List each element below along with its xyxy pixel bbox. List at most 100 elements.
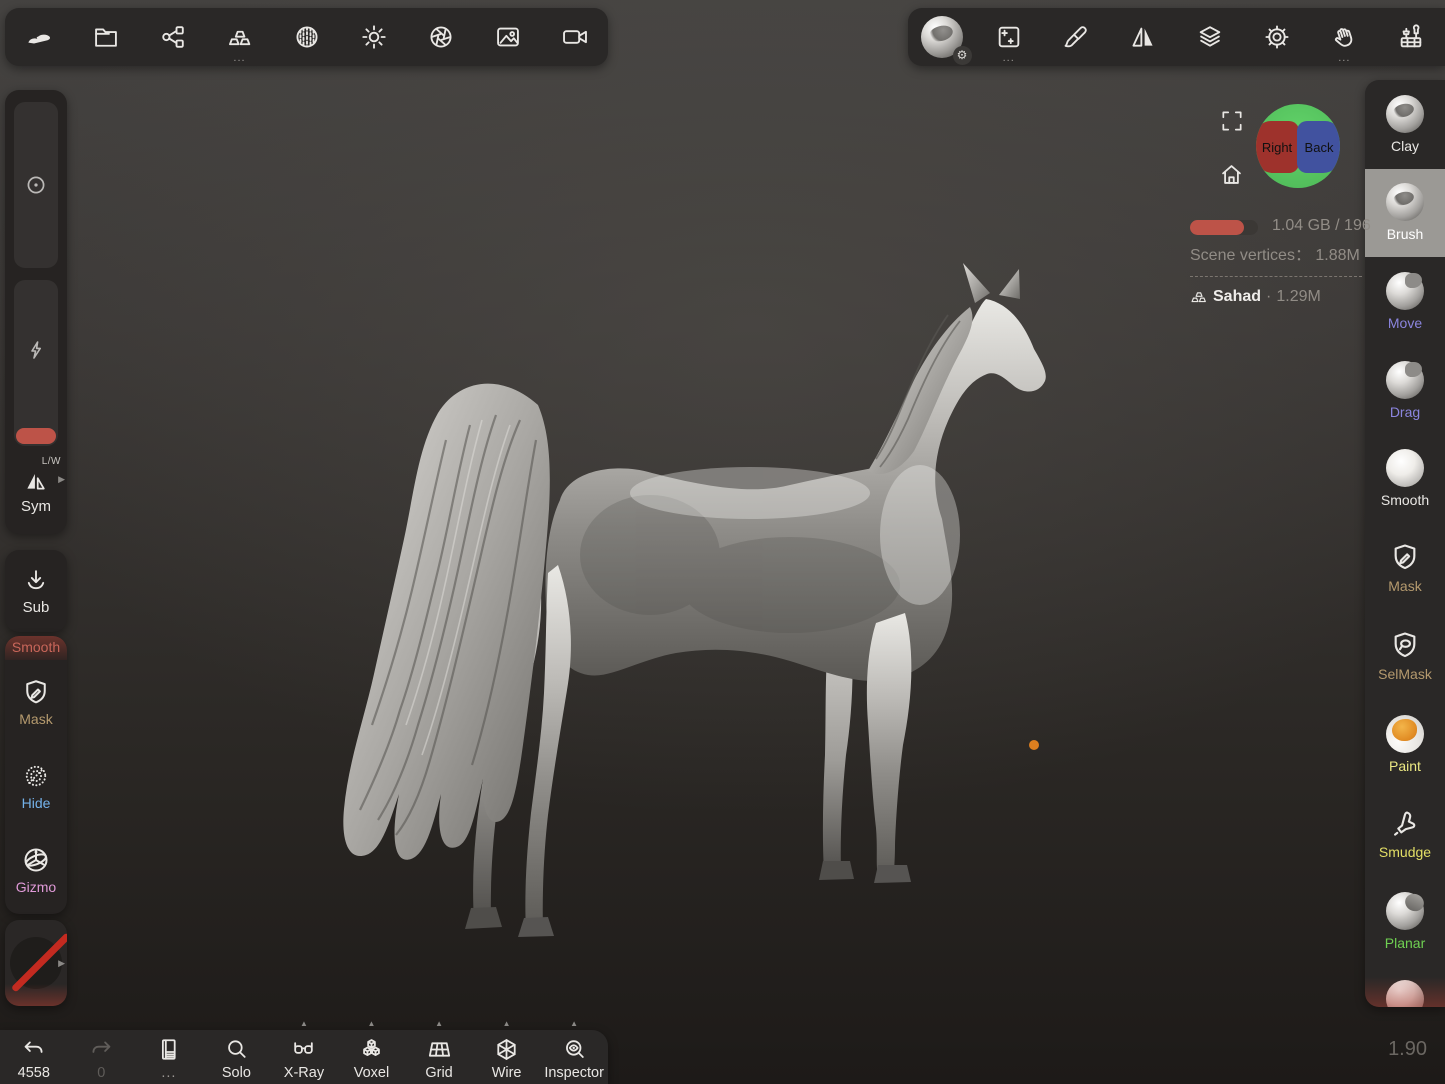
stats-divider	[1190, 276, 1362, 277]
fullscreen-icon	[1219, 108, 1245, 134]
material-settings-badge[interactable]: ⚙	[953, 46, 972, 65]
debug-toolbox-button[interactable]	[1387, 13, 1435, 61]
falloff-fade	[5, 984, 67, 1006]
stamp-button[interactable]: ...	[985, 13, 1033, 61]
gestures-button[interactable]: ...	[1320, 13, 1368, 61]
brush-sphere-icon	[1386, 183, 1424, 221]
gizmo-back-label: Back	[1305, 140, 1334, 155]
xray-button[interactable]: ▲ X-Ray	[276, 1030, 332, 1084]
lighting-button[interactable]	[350, 13, 398, 61]
tool-move[interactable]: Move	[1365, 257, 1445, 346]
post-process-button[interactable]	[417, 13, 465, 61]
wire-button[interactable]: ▲ Wire	[479, 1030, 535, 1084]
layers-button[interactable]	[1186, 13, 1234, 61]
background-button[interactable]	[484, 13, 532, 61]
gizmo-axes-icon	[21, 845, 51, 875]
matcap-button[interactable]	[283, 13, 331, 61]
falloff-panel[interactable]: ▶	[5, 920, 67, 1006]
paint-tools-button[interactable]	[1052, 13, 1100, 61]
solo-button[interactable]: Solo	[208, 1030, 264, 1084]
gizmo-right-label: Right	[1262, 140, 1292, 155]
sub-panel[interactable]: Sub	[5, 550, 67, 632]
symmetry-button[interactable]	[1119, 13, 1167, 61]
voxel-button[interactable]: ▲ Voxel	[344, 1030, 400, 1084]
wire-caret[interactable]: ▲	[503, 1019, 511, 1028]
smooth-clipped-item[interactable]: Smooth	[5, 636, 67, 660]
tool-paint[interactable]: Paint	[1365, 700, 1445, 789]
undo-button[interactable]: 4558	[6, 1030, 62, 1084]
mesh-list-item[interactable]: Sahad · 1.29M	[1190, 288, 1321, 306]
tool-label: Brush	[1387, 226, 1424, 242]
tool-clay[interactable]: Clay	[1365, 80, 1445, 169]
tool-drag[interactable]: Drag	[1365, 346, 1445, 435]
gizmo-face-right[interactable]: Right	[1256, 121, 1299, 173]
gizmo-quick-tool[interactable]: Gizmo	[5, 828, 67, 912]
voxel-caret[interactable]: ▲	[368, 1019, 376, 1028]
sym-mode-label: L/W	[42, 456, 61, 467]
layers-icon	[1196, 23, 1224, 51]
horse-model	[320, 255, 1080, 945]
xray-label: X-Ray	[284, 1065, 324, 1081]
notes-button[interactable]: ...	[141, 1030, 197, 1084]
fullscreen-button[interactable]	[1219, 108, 1245, 134]
inspector-caret[interactable]: ▲	[570, 1019, 578, 1028]
tool-palette: Clay Brush Move Drag Smooth Mask SelMask…	[1365, 80, 1445, 1007]
smudge-finger-icon	[1389, 807, 1421, 839]
vertices-label: Scene vertices：	[1190, 247, 1311, 264]
hide-quick-tool[interactable]: Hide	[5, 744, 67, 828]
tool-label: Move	[1388, 315, 1422, 331]
voxel-cubes-icon	[358, 1036, 385, 1063]
selmask-shield-icon	[1389, 629, 1421, 661]
intensity-slider[interactable]	[14, 280, 58, 446]
sym-expand-caret[interactable]: ▶	[58, 474, 65, 485]
inspector-button[interactable]: ▲ Inspector	[546, 1030, 602, 1084]
material-bars-button[interactable]: ...	[216, 13, 264, 61]
hand-icon	[1327, 19, 1362, 54]
hide-dots-icon	[21, 761, 51, 791]
files-button[interactable]	[82, 13, 130, 61]
settings-button[interactable]	[1253, 13, 1301, 61]
radius-slider[interactable]	[14, 102, 58, 268]
paint-sphere-icon	[1386, 715, 1424, 753]
intensity-fill	[16, 428, 56, 444]
undo-icon	[20, 1036, 47, 1063]
gizmo-face-back[interactable]: Back	[1297, 121, 1340, 173]
sym-toggle[interactable]: Sym	[5, 498, 67, 515]
magnifier-icon	[223, 1036, 250, 1063]
tool-smudge[interactable]: Smudge	[1365, 789, 1445, 878]
falloff-preview	[10, 937, 62, 989]
brush-sliders-panel: L/W ▶ Sym	[5, 90, 67, 534]
undo-count: 4558	[18, 1065, 50, 1081]
mesh-separator: ·	[1266, 288, 1271, 306]
scene-graph-button[interactable]	[149, 13, 197, 61]
reset-view-button[interactable]	[1218, 161, 1245, 188]
memory-usage-bar	[1190, 220, 1258, 235]
material-sphere-button[interactable]: ⚙	[918, 13, 966, 61]
glasses-icon	[290, 1036, 317, 1063]
grid-button[interactable]: ▲ Grid	[411, 1030, 467, 1084]
tool-brush[interactable]: Brush	[1365, 169, 1445, 258]
mask-quick-tool[interactable]: Mask	[5, 660, 67, 744]
redo-button[interactable]: 0	[73, 1030, 129, 1084]
material-more-dots: ...	[216, 52, 264, 64]
gold-bars-icon	[226, 23, 254, 51]
gold-bars-icon	[1190, 288, 1208, 306]
mask-label: Mask	[19, 711, 52, 727]
tool-smooth[interactable]: Smooth	[1365, 434, 1445, 523]
tool-selmask[interactable]: SelMask	[1365, 612, 1445, 701]
toolbox-icon	[1397, 23, 1425, 51]
memory-usage-fill	[1190, 220, 1244, 235]
mask-shield-icon	[21, 677, 51, 707]
app-logo-button[interactable]	[15, 13, 63, 61]
grid-caret[interactable]: ▲	[435, 1019, 443, 1028]
tool-planar[interactable]: Planar	[1365, 877, 1445, 966]
xray-caret[interactable]: ▲	[300, 1019, 308, 1028]
view-orientation-gizmo[interactable]: Right Back	[1256, 104, 1340, 188]
falloff-expand-caret[interactable]: ▶	[58, 958, 65, 969]
mirror-icon	[1129, 23, 1157, 51]
tool-partial-next[interactable]	[1365, 966, 1445, 1007]
matcap-sphere-icon	[293, 23, 321, 51]
solo-label: Solo	[222, 1065, 251, 1081]
camera-button[interactable]	[551, 13, 599, 61]
tool-mask[interactable]: Mask	[1365, 523, 1445, 612]
